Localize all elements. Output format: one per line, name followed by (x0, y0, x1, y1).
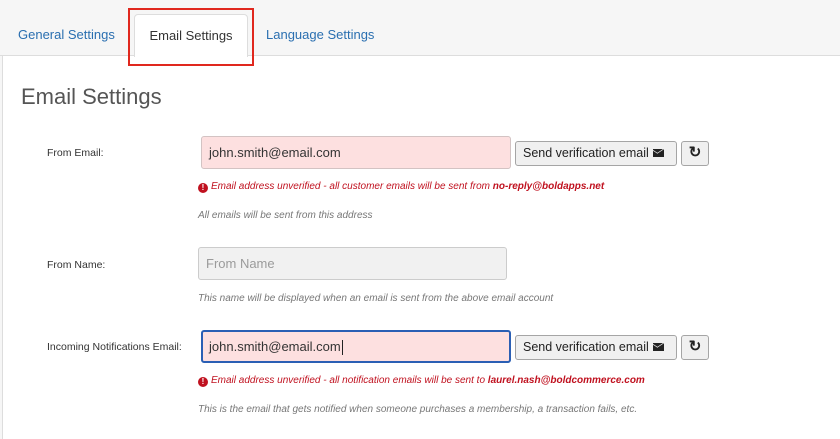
exclamation-circle-icon: ! (198, 377, 208, 387)
send-verification-label: Send verification email (523, 340, 649, 354)
from-email-error: ! Email address unverified - all customer… (198, 181, 604, 193)
from-email-send-verification-button[interactable]: Send verification email (515, 141, 677, 166)
notifications-error-text: Email address unverified - all notificat… (211, 375, 488, 386)
from-email-label: From Email: (47, 147, 104, 159)
from-email-error-text: Email address unverified - all customer … (211, 181, 493, 192)
tab-email-settings[interactable]: Email Settings (134, 14, 248, 57)
notifications-email-input[interactable]: john.smith@email.com (201, 330, 511, 363)
notifications-refresh-button[interactable]: ↻ (681, 335, 709, 360)
notifications-email-help: This is the email that gets notified whe… (198, 404, 638, 415)
tab-bar: General Settings Language Settings (0, 0, 840, 56)
notifications-email-error: ! Email address unverified - all notifica… (198, 375, 645, 387)
from-email-help: All emails will be sent from this addres… (198, 210, 373, 221)
from-name-input[interactable]: From Name (198, 247, 507, 280)
from-email-input[interactable]: john.smith@email.com (201, 136, 511, 169)
envelope-icon (652, 148, 664, 157)
refresh-icon: ↻ (688, 338, 702, 355)
from-email-fallback-address: no-reply@boldapps.net (492, 181, 605, 192)
tab-language-settings[interactable]: Language Settings (266, 13, 374, 56)
refresh-icon: ↻ (688, 144, 702, 161)
exclamation-circle-icon: ! (198, 183, 208, 193)
send-verification-label: Send verification email (523, 146, 649, 160)
notifications-email-label: Incoming Notifications Email: (47, 341, 182, 353)
from-email-value: john.smith@email.com (209, 145, 341, 160)
text-cursor (341, 340, 343, 356)
from-name-placeholder: From Name (206, 256, 275, 271)
from-name-label: From Name: (47, 259, 106, 271)
notifications-send-verification-button[interactable]: Send verification email (515, 335, 677, 360)
tab-general-settings[interactable]: General Settings (18, 13, 115, 56)
from-email-refresh-button[interactable]: ↻ (681, 141, 709, 166)
page-title: Email Settings (21, 84, 162, 109)
from-name-help: This name will be displayed when an emai… (198, 293, 554, 304)
notifications-email-value: john.smith@email.com (209, 339, 341, 354)
notifications-fallback-address: laurel.nash@boldcommerce.com (487, 375, 645, 386)
envelope-icon (652, 342, 664, 351)
